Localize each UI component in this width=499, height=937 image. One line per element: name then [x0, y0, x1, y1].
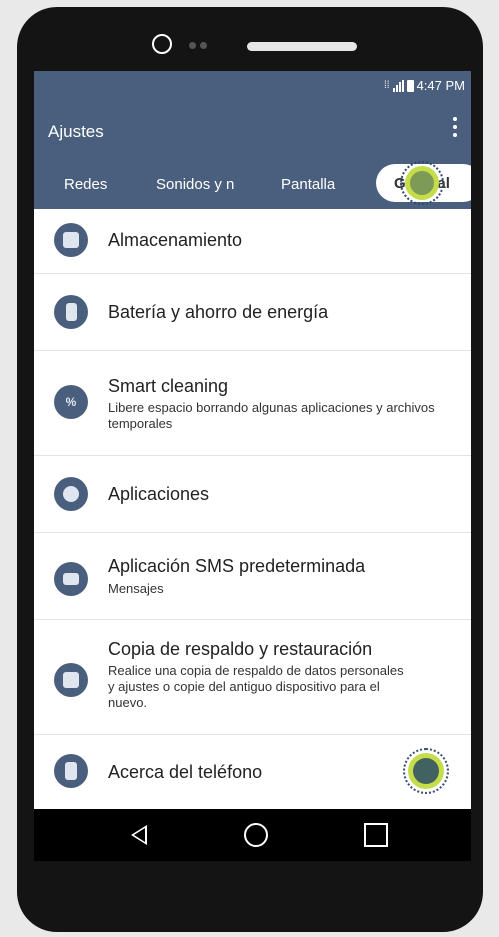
settings-item-subtitle: Mensajes: [108, 581, 164, 596]
settings-item-about-phone[interactable]: Acerca del teléfono: [34, 734, 471, 810]
settings-item-title: Almacenamiento: [108, 230, 243, 250]
sensor-dot: [189, 42, 196, 49]
apps-icon: [54, 477, 88, 511]
smart-cleaning-icon: %: [54, 385, 88, 419]
tab-sonidos[interactable]: Sonidos y n: [156, 176, 260, 193]
tap-indicator-center: [410, 171, 434, 195]
recent-apps-icon[interactable]: [364, 823, 388, 847]
status-time: 4:47 PM: [416, 78, 465, 93]
signal-icon: [392, 79, 404, 92]
tab-redes[interactable]: Redes: [64, 176, 107, 193]
tap-indicator-center: [413, 758, 439, 784]
app-bar: Ajustes Redes Sonidos y n Pantalla Gener…: [34, 101, 471, 209]
phone-screen: ⁞⁞ 4:47 PM Ajustes Redes Sonidos y n Pan…: [34, 71, 471, 861]
settings-item-title: Smart cleaning: [108, 376, 229, 396]
backup-icon: [54, 663, 88, 697]
settings-item-title: Aplicaciones: [108, 484, 210, 504]
tab-pantalla[interactable]: Pantalla: [281, 176, 335, 193]
network-icon: ⁞⁞: [384, 80, 390, 91]
back-icon[interactable]: [131, 825, 147, 845]
settings-item-title: Aplicación SMS predeterminada: [108, 556, 366, 576]
front-camera: [152, 34, 172, 54]
navigation-bar: [34, 809, 471, 861]
status-bar: ⁞⁞ 4:47 PM: [34, 71, 471, 101]
sensor-dot: [200, 42, 207, 49]
settings-item-title: Batería y ahorro de energía: [108, 302, 329, 322]
settings-item-title: Acerca del teléfono: [108, 762, 263, 782]
settings-item-title: Copia de respaldo y restauración: [108, 639, 373, 659]
settings-item-subtitle: Libere espacio borrando algunas aplicaci…: [108, 400, 435, 431]
page-title: Ajustes: [48, 122, 104, 141]
more-options-icon[interactable]: [452, 117, 458, 143]
battery-status-icon: [406, 79, 414, 92]
settings-item-apps[interactable]: Aplicaciones: [34, 455, 471, 533]
settings-item-subtitle: Realice una copia de respaldo de datos p…: [108, 663, 404, 710]
settings-item-backup[interactable]: Copia de respaldo y restauración Realice…: [34, 619, 471, 735]
storage-icon: [54, 223, 88, 257]
settings-item-storage[interactable]: Almacenamiento: [34, 209, 471, 274]
earpiece-speaker: [247, 42, 357, 51]
battery-icon: [54, 295, 88, 329]
message-icon: [54, 562, 88, 596]
settings-item-battery[interactable]: Batería y ahorro de energía: [34, 273, 471, 351]
settings-item-smart-cleaning[interactable]: % Smart cleaning Libere espacio borrando…: [34, 350, 471, 456]
phone-info-icon: [54, 754, 88, 788]
home-icon[interactable]: [244, 823, 268, 847]
settings-item-sms[interactable]: Aplicación SMS predeterminada Mensajes: [34, 532, 471, 620]
